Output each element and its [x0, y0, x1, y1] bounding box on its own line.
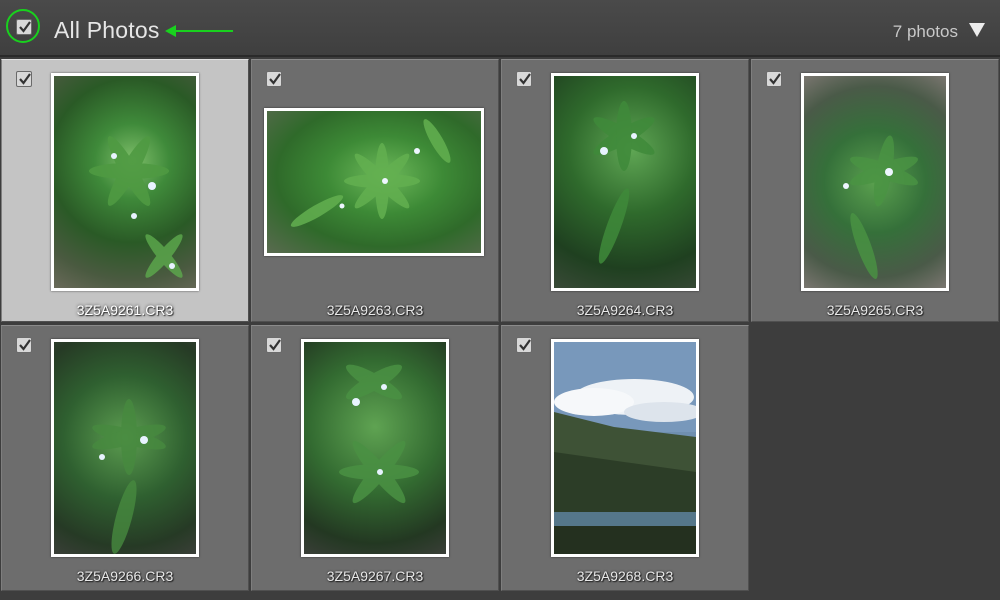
plant-image [290, 119, 451, 227]
plant-image [89, 136, 183, 278]
photo-cell[interactable]: 3Z5A9266.CR3 [1, 325, 249, 591]
photo-thumbnail[interactable] [51, 339, 199, 557]
photo-filename: 3Z5A9264.CR3 [576, 302, 674, 318]
photo-grid: 3Z5A9261.CR3 3Z5A9263.CR3 3Z5A9264.CR3 3… [0, 59, 1000, 600]
checkmark-icon [269, 339, 281, 351]
photo-filename: 3Z5A9267.CR3 [326, 568, 424, 584]
photo-checkbox[interactable] [516, 337, 532, 353]
photo-thumbnail[interactable] [801, 73, 949, 291]
photo-checkbox[interactable] [516, 71, 532, 87]
photo-filename: 3Z5A9266.CR3 [76, 568, 174, 584]
photo-cell[interactable]: 3Z5A9261.CR3 [1, 59, 249, 322]
select-all-checkbox[interactable] [16, 19, 32, 35]
checkmark-icon [519, 73, 531, 85]
photo-filename: 3Z5A9265.CR3 [826, 302, 924, 318]
photo-count: 7 photos [892, 22, 958, 41]
photo-thumbnail[interactable] [551, 73, 699, 291]
photo-thumbnail[interactable] [264, 108, 484, 256]
photo-cell[interactable]: 3Z5A9264.CR3 [501, 59, 749, 322]
photo-thumbnail[interactable] [301, 339, 449, 557]
photo-cell[interactable]: 3Z5A9265.CR3 [751, 59, 999, 322]
photo-filename: 3Z5A9261.CR3 [76, 302, 174, 318]
photo-checkbox[interactable] [16, 71, 32, 87]
photo-thumbnail[interactable] [551, 339, 699, 557]
page-title: All Photos [54, 17, 160, 43]
checkmark-icon [19, 73, 31, 85]
landscape-image [554, 342, 696, 554]
photo-checkbox[interactable] [766, 71, 782, 87]
grid-header: All Photos 7 photos [0, 0, 1000, 57]
checkmark-icon [269, 73, 281, 85]
checkmark-icon [19, 21, 31, 33]
checkmark-icon [519, 339, 531, 351]
arrow-left-icon [165, 25, 233, 37]
plant-image [843, 135, 918, 279]
photo-filename: 3Z5A9268.CR3 [576, 568, 674, 584]
photo-checkbox[interactable] [266, 337, 282, 353]
triangle-down-icon[interactable] [968, 22, 986, 38]
photo-thumbnail[interactable] [51, 73, 199, 291]
plant-image [339, 364, 419, 504]
photo-checkbox[interactable] [266, 71, 282, 87]
photo-cell[interactable]: 3Z5A9268.CR3 [501, 325, 749, 591]
checkmark-icon [769, 73, 781, 85]
plant-image [593, 101, 655, 264]
photo-cell[interactable]: 3Z5A9263.CR3 [251, 59, 499, 322]
photo-filename: 3Z5A9263.CR3 [326, 302, 424, 318]
checkmark-icon [19, 339, 31, 351]
photo-checkbox[interactable] [16, 337, 32, 353]
photo-cell[interactable]: 3Z5A9267.CR3 [251, 325, 499, 591]
plant-image [92, 399, 166, 554]
